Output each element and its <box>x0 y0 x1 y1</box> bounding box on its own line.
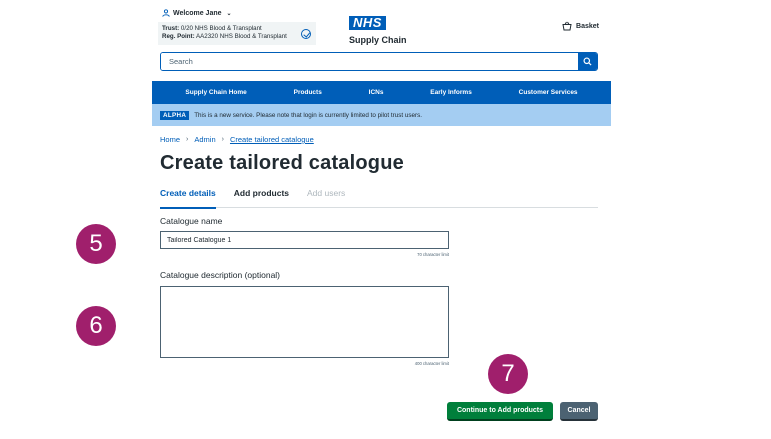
alpha-banner-text: This is a new service. Please note that … <box>194 111 423 119</box>
chevron-right-icon: › <box>221 136 224 143</box>
tab-add-users: Add users <box>307 188 346 198</box>
nav-item-customer-services[interactable]: Customer Services <box>519 89 578 96</box>
catalogue-description-limit: 400 character limit <box>414 361 449 366</box>
nhs-supply-chain-logo[interactable]: NHS Supply Chain <box>349 14 407 45</box>
trust-value: 0/20 NHS Blood & Transplant <box>180 25 262 32</box>
catalogue-description-label: Catalogue description (optional) <box>160 270 281 280</box>
basket-icon <box>562 21 572 31</box>
tab-list: Create details Add products Add users <box>160 188 598 209</box>
chevron-right-icon: › <box>186 136 189 143</box>
search-icon <box>583 57 592 66</box>
search-button[interactable] <box>578 53 597 70</box>
nav-item-icns[interactable]: ICNs <box>369 89 384 96</box>
breadcrumb: Home › Admin › Create tailored catalogue <box>160 135 314 144</box>
alpha-banner: ALPHA This is a new service. Please note… <box>152 104 611 126</box>
trust-selector[interactable]: Trust: 0/20 NHS Blood & Transplant Reg. … <box>158 22 316 45</box>
nhs-logo-text: NHS <box>349 16 386 30</box>
reg-point-value: AA2320 NHS Blood & Transplant <box>196 33 287 40</box>
tab-add-products[interactable]: Add products <box>234 188 289 208</box>
breadcrumb-current[interactable]: Create tailored catalogue <box>230 135 314 144</box>
logo-subtitle: Supply Chain <box>349 35 407 45</box>
cancel-button[interactable]: Cancel <box>560 402 598 421</box>
catalogue-name-label: Catalogue name <box>160 216 223 226</box>
main-navigation: Supply Chain Home Products ICNs Early In… <box>152 81 611 104</box>
chevron-down-icon: ⌄ <box>226 10 232 17</box>
tab-create-details[interactable]: Create details <box>160 188 216 209</box>
page-container: Welcome Jane ⌄ Trust: 0/20 NHS Blood & T… <box>152 0 611 439</box>
search-input[interactable] <box>161 53 578 70</box>
nav-item-products[interactable]: Products <box>294 89 322 96</box>
basket-link[interactable]: Basket <box>562 21 599 31</box>
check-circle-icon <box>301 29 311 39</box>
user-icon <box>162 9 170 17</box>
user-menu[interactable]: Welcome Jane ⌄ <box>162 9 232 17</box>
welcome-text: Welcome Jane <box>173 9 222 17</box>
breadcrumb-admin[interactable]: Admin <box>194 135 215 144</box>
catalogue-name-limit: 70 character limit <box>417 252 449 257</box>
trust-label: Trust: <box>162 25 180 32</box>
search-bar <box>160 52 598 71</box>
catalogue-name-input[interactable] <box>160 231 449 249</box>
reg-point-label: Reg. Point: <box>162 33 195 40</box>
step-marker-6: 6 <box>76 306 116 346</box>
page-title: Create tailored catalogue <box>160 152 404 174</box>
nav-item-early-informs[interactable]: Early Informs <box>430 89 472 96</box>
catalogue-description-textarea[interactable] <box>160 286 449 358</box>
alpha-tag: ALPHA <box>160 110 190 120</box>
nav-item-supply-chain-home[interactable]: Supply Chain Home <box>185 89 246 96</box>
breadcrumb-home[interactable]: Home <box>160 135 180 144</box>
step-marker-5: 5 <box>76 224 116 264</box>
basket-label: Basket <box>576 22 599 30</box>
continue-to-add-products-button[interactable]: Continue to Add products <box>447 402 553 421</box>
